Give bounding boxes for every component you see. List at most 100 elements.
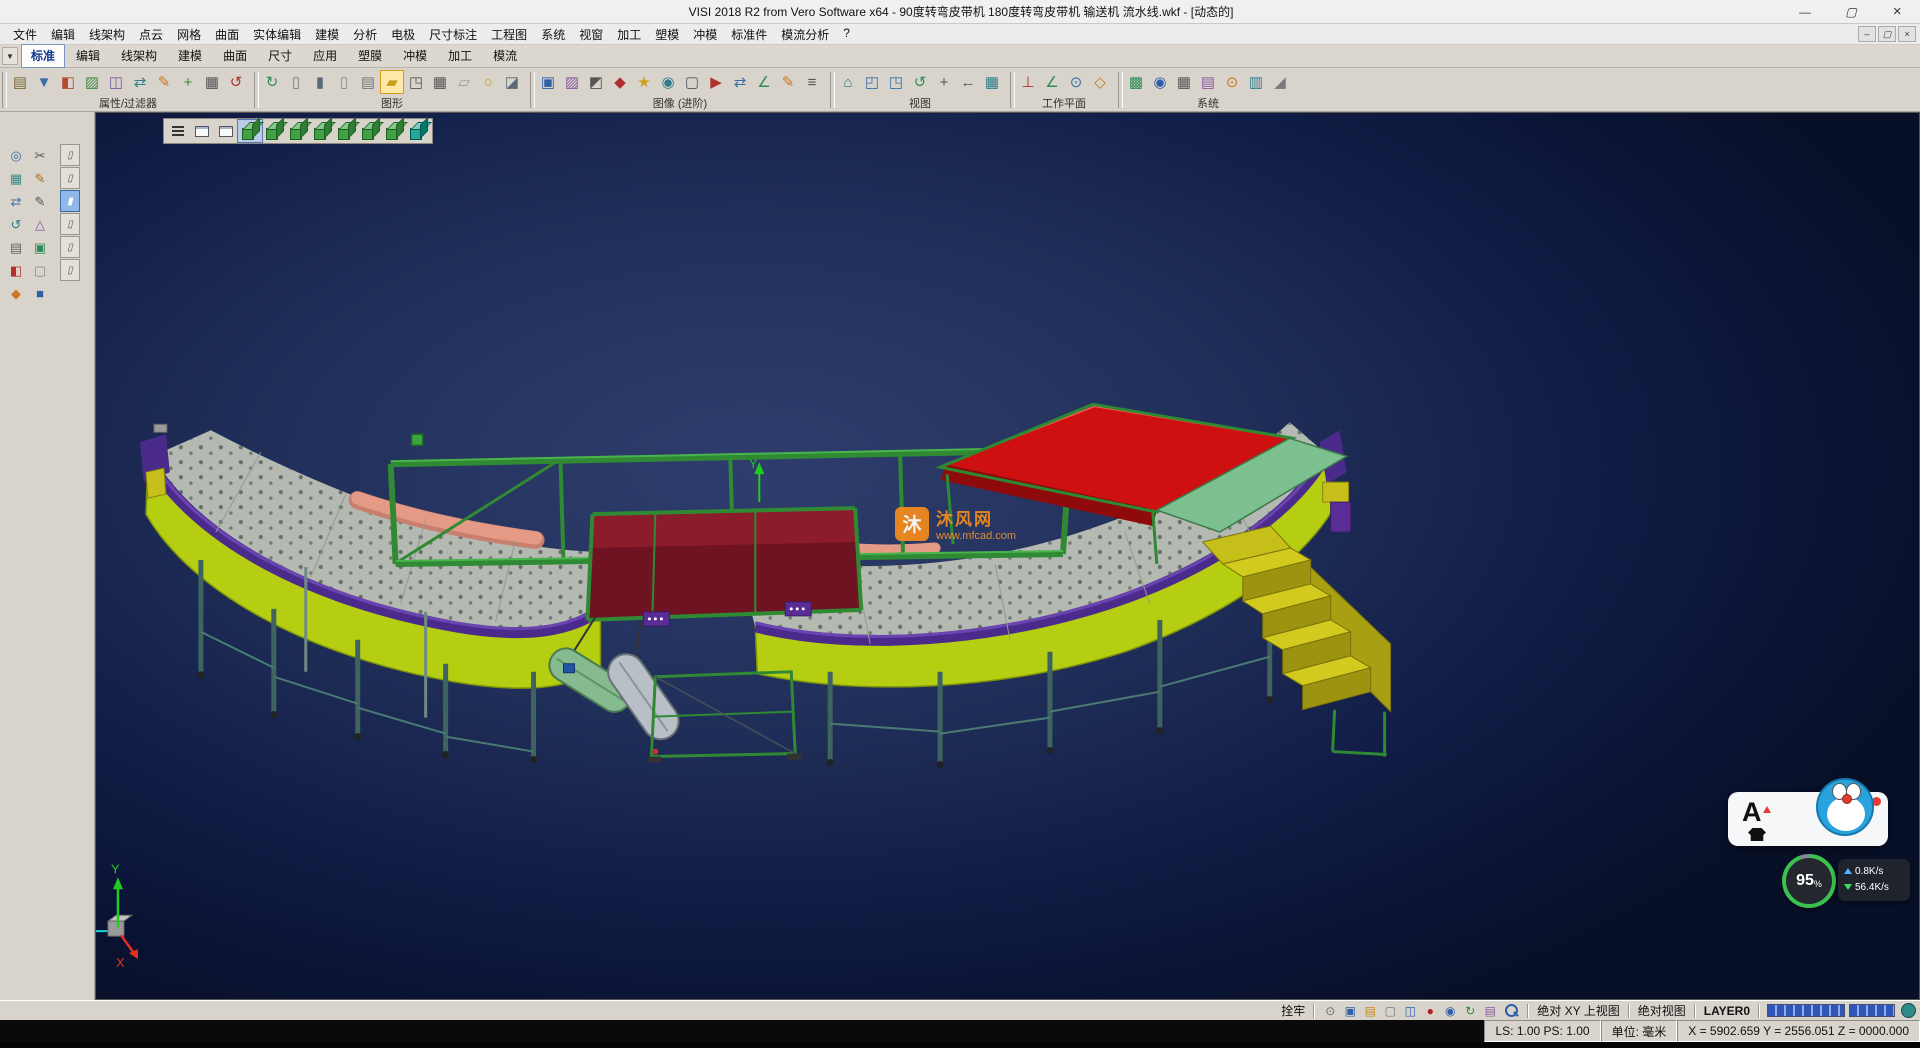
display-toggle-6-icon[interactable]: ▯: [60, 259, 80, 281]
menu-item[interactable]: 模流分析: [774, 24, 836, 45]
shadow-icon[interactable]: ◩: [584, 70, 608, 94]
section-view-icon[interactable]: ◪: [500, 70, 524, 94]
menu-item[interactable]: 网格: [170, 24, 208, 45]
table-icon[interactable]: ▥: [1244, 70, 1268, 94]
workplane-align-icon[interactable]: ∠: [1040, 70, 1064, 94]
render-icon[interactable]: ▣: [536, 70, 560, 94]
printer-icon[interactable]: ▤: [4, 236, 28, 259]
maximize-button[interactable]: ▢: [1828, 0, 1874, 23]
display-toggle-2-icon[interactable]: ▯: [60, 167, 80, 189]
annotate-icon[interactable]: ✎: [776, 70, 800, 94]
note-icon[interactable]: ▢: [28, 259, 52, 282]
flag-icon[interactable]: ◆: [4, 282, 28, 305]
shaded-view-icon[interactable]: ▮: [308, 70, 332, 94]
light-icon[interactable]: ○: [476, 70, 500, 94]
capture-icon[interactable]: ▢: [680, 70, 704, 94]
zoom-fit-icon[interactable]: ◳: [884, 70, 908, 94]
ribbon-tab[interactable]: 加工: [438, 44, 482, 68]
viewport-menu-icon[interactable]: [166, 120, 190, 142]
display-toggle-5-icon[interactable]: ▯: [60, 236, 80, 258]
ribbon-tab[interactable]: 应用: [303, 44, 347, 68]
menu-item[interactable]: 曲面: [208, 24, 246, 45]
pan-view-icon[interactable]: +: [932, 70, 956, 94]
ghost-view-icon[interactable]: ▱: [452, 70, 476, 94]
ribbon-tab[interactable]: 模流: [483, 44, 527, 68]
workplane-custom-icon[interactable]: ◇: [1088, 70, 1112, 94]
reset-filter-icon[interactable]: ↺: [224, 70, 248, 94]
layers-icon[interactable]: ▤: [1196, 70, 1220, 94]
lighting-icon[interactable]: ★: [632, 70, 656, 94]
view-front-cube-icon[interactable]: [286, 120, 310, 142]
menu-item[interactable]: 标准件: [724, 24, 774, 45]
menu-item[interactable]: 视窗: [572, 24, 610, 45]
ribbon-tab[interactable]: 尺寸: [258, 44, 302, 68]
zoom-box-icon[interactable]: ◳: [404, 70, 428, 94]
filter-icon[interactable]: ▼: [32, 70, 56, 94]
rotate-view-icon[interactable]: ↺: [908, 70, 932, 94]
ribbon-tab[interactable]: 线架构: [111, 44, 167, 68]
solid-state-icon[interactable]: ◫: [1401, 1002, 1419, 1019]
system-grid-icon[interactable]: ▩: [1124, 70, 1148, 94]
minimize-button[interactable]: —: [1782, 0, 1828, 23]
mdi-close-button[interactable]: ×: [1898, 26, 1916, 42]
zoom-window-icon[interactable]: ◰: [860, 70, 884, 94]
view-bottom-cube-icon[interactable]: [382, 120, 406, 142]
snap-settings-icon[interactable]: ⊙: [1220, 70, 1244, 94]
material-icon[interactable]: ◆: [608, 70, 632, 94]
view-back-cube-icon[interactable]: [334, 120, 358, 142]
magnifier-icon[interactable]: [1502, 1002, 1520, 1019]
palette-icon[interactable]: ▤: [1361, 1002, 1379, 1019]
snap-grid-icon[interactable]: ▦: [4, 167, 28, 190]
menu-item[interactable]: 实体编辑: [246, 24, 308, 45]
camera-icon[interactable]: ◉: [656, 70, 680, 94]
view-right-cube-icon[interactable]: [310, 120, 334, 142]
image-settings-icon[interactable]: ≡: [800, 70, 824, 94]
document-icon[interactable]: ▢: [1381, 1002, 1399, 1019]
play-icon[interactable]: ▶: [704, 70, 728, 94]
view-dynamic-cube-icon[interactable]: [406, 120, 430, 142]
mdi-restore-button[interactable]: ▢: [1878, 26, 1896, 42]
scissors-icon[interactable]: ✂: [28, 144, 52, 167]
refresh-graphics-icon[interactable]: ↻: [260, 70, 284, 94]
paint-attributes-icon[interactable]: ✎: [152, 70, 176, 94]
workplane-xy-icon[interactable]: ⊥: [1016, 70, 1040, 94]
calculator-icon[interactable]: ▦: [1172, 70, 1196, 94]
measure-icon[interactable]: ∠: [752, 70, 776, 94]
menu-item[interactable]: 加工: [610, 24, 648, 45]
dynamic-highlight-icon[interactable]: ▰: [380, 70, 404, 94]
mdi-minimize-button[interactable]: –: [1858, 26, 1876, 42]
status-globe-icon[interactable]: [1901, 1003, 1916, 1018]
globe-state-icon[interactable]: ◉: [1441, 1002, 1459, 1019]
tab-dropdown-icon[interactable]: ▼: [2, 47, 18, 65]
menu-item[interactable]: 点云: [132, 24, 170, 45]
close-button[interactable]: ×: [1874, 0, 1920, 23]
view-left-cube-icon[interactable]: [358, 120, 382, 142]
guard-card[interactable]: A: [1728, 792, 1888, 846]
color-filter-icon[interactable]: ◧: [56, 70, 80, 94]
multi-view-icon[interactable]: ▦: [980, 70, 1004, 94]
previous-view-icon[interactable]: ←: [956, 70, 980, 94]
absolute-view-label[interactable]: 绝对 XY 上视图: [1534, 1002, 1622, 1019]
erase-icon[interactable]: ◧: [4, 259, 28, 282]
ribbon-tab[interactable]: 冲模: [393, 44, 437, 68]
layer-state-icon[interactable]: ▤: [1481, 1002, 1499, 1019]
draw-triangle-icon[interactable]: △: [28, 213, 52, 236]
pin-icon[interactable]: ⊙: [1321, 1002, 1339, 1019]
globe-icon[interactable]: ◉: [1148, 70, 1172, 94]
menu-item[interactable]: 冲模: [686, 24, 724, 45]
grid-display-icon[interactable]: ▦: [428, 70, 452, 94]
mask-icon[interactable]: ▦: [200, 70, 224, 94]
window-single-icon[interactable]: [214, 120, 238, 142]
snap-label[interactable]: 拴牢: [1278, 1002, 1308, 1019]
menu-item[interactable]: 工程图: [484, 24, 534, 45]
ribbon-tab[interactable]: 建模: [168, 44, 212, 68]
menu-item[interactable]: 线架构: [82, 24, 132, 45]
doraemon-mascot-icon[interactable]: [1816, 778, 1874, 836]
display-toggle-4-icon[interactable]: ▯: [60, 213, 80, 235]
home-view-icon[interactable]: ⌂: [836, 70, 860, 94]
view-top-cube-icon[interactable]: [262, 120, 286, 142]
move-icon[interactable]: ⇄: [4, 190, 28, 213]
stamp-icon[interactable]: ▣: [28, 236, 52, 259]
compare-icon[interactable]: ⇄: [728, 70, 752, 94]
menu-item[interactable]: 尺寸标注: [422, 24, 484, 45]
